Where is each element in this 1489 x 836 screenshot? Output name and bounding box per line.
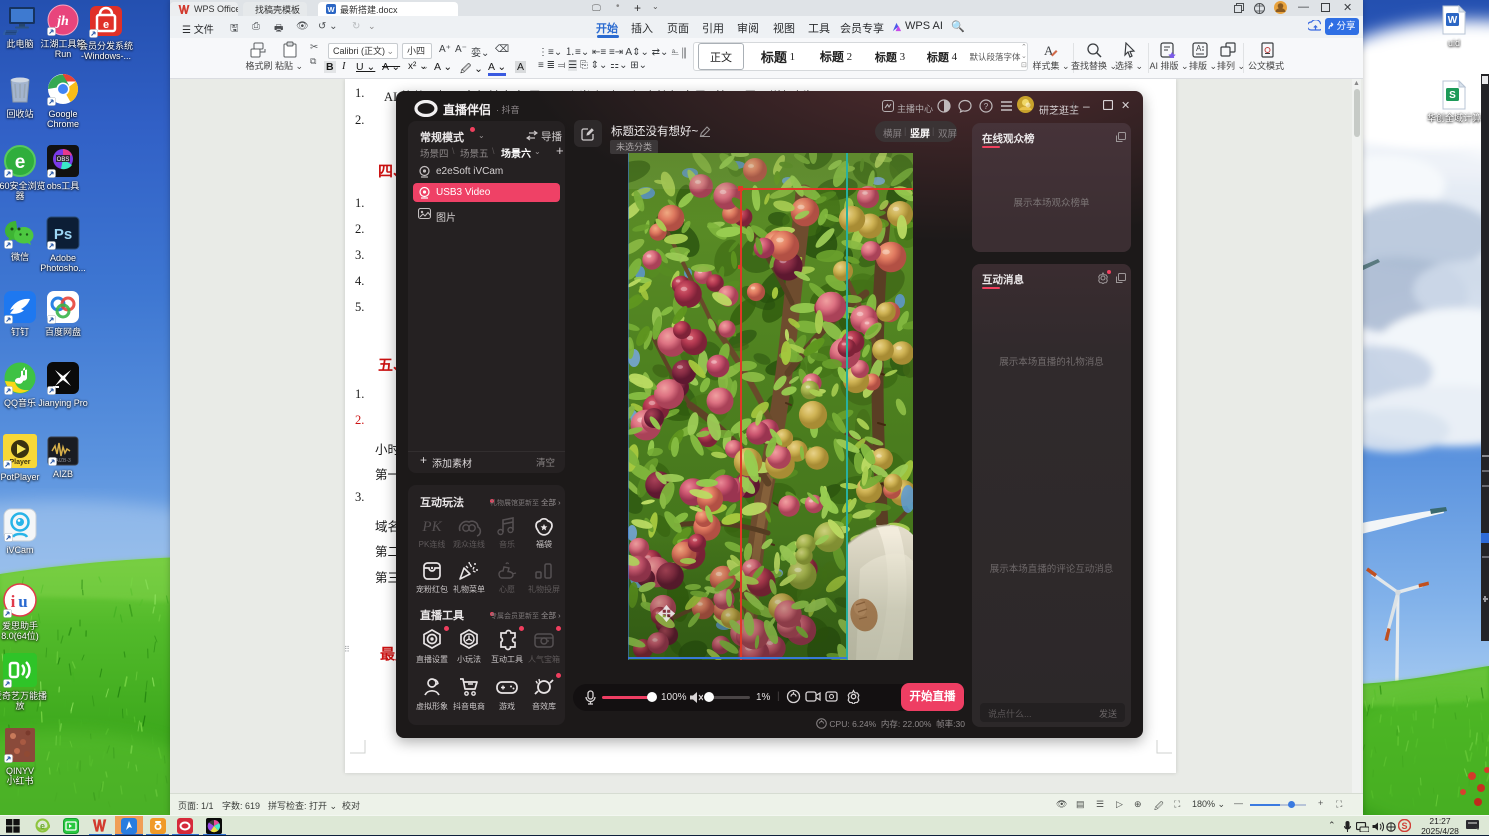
svg-text:PK: PK <box>421 519 442 535</box>
svg-text:AIZB-3: AIZB-3 <box>55 458 71 464</box>
svg-text:A: A <box>1196 44 1202 53</box>
svg-text:S: S <box>1449 90 1456 101</box>
svg-text:?: ? <box>984 102 989 111</box>
svg-text:S: S <box>1401 821 1407 831</box>
svg-text:Ps: Ps <box>54 226 72 243</box>
svg-text:jh: jh <box>55 14 69 29</box>
svg-text:W: W <box>327 5 335 14</box>
svg-text:e: e <box>40 821 45 831</box>
svg-text:OBS: OBS <box>57 157 70 163</box>
svg-text:e: e <box>103 19 109 31</box>
svg-text:u: u <box>18 592 27 611</box>
svg-text:W: W <box>1448 15 1458 26</box>
svg-text:e: e <box>15 152 26 173</box>
